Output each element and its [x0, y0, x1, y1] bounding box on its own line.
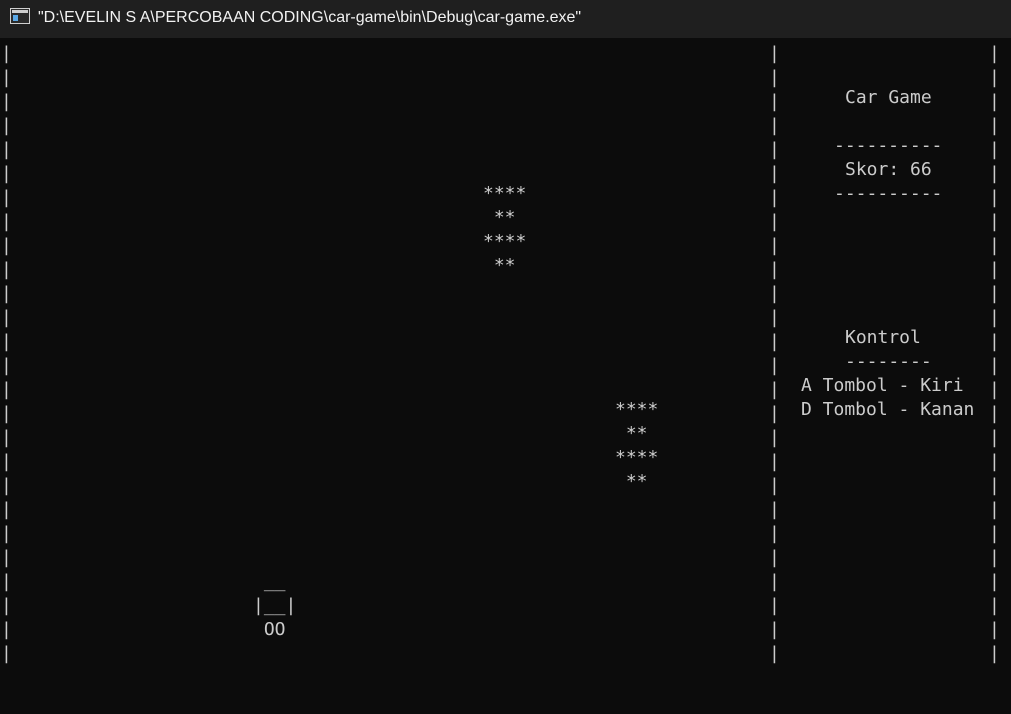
enemy-car-2: **** ** **** ** — [615, 399, 659, 492]
score-label: Skor: 66 — [845, 159, 932, 180]
console-window: "D:\EVELIN S A\PERCOBAAN CODING\car-game… — [0, 0, 1011, 714]
score-divider-bottom: ---------- — [834, 183, 943, 204]
controls-title: Kontrol — [845, 327, 921, 348]
window-title: "D:\EVELIN S A\PERCOBAAN CODING\car-game… — [38, 9, 582, 26]
sidebar-right-border: | | | | | | | | | | | | | | | | | | | | … — [989, 43, 1000, 664]
game-title: Car Game — [845, 87, 932, 108]
console-screen: | | | | | | | | | | | | | | | | | | | | … — [0, 38, 1011, 714]
road-right-border: | | | | | | | | | | | | | | | | | | | | … — [769, 43, 780, 664]
road-left-border: | | | | | | | | | | | | | | | | | | | | … — [1, 43, 12, 664]
title-bar[interactable]: "D:\EVELIN S A\PERCOBAAN CODING\car-game… — [0, 0, 1011, 38]
player-car: __ |__| OO — [253, 571, 297, 640]
controls-divider: -------- — [845, 351, 932, 372]
enemy-car-1: **** ** **** ** — [483, 183, 527, 276]
control-right-hint: D Tombol - Kanan — [801, 399, 975, 420]
score-divider-top: ---------- — [834, 135, 943, 156]
console-app-icon — [10, 8, 30, 24]
control-left-hint: A Tombol - Kiri — [801, 375, 964, 396]
